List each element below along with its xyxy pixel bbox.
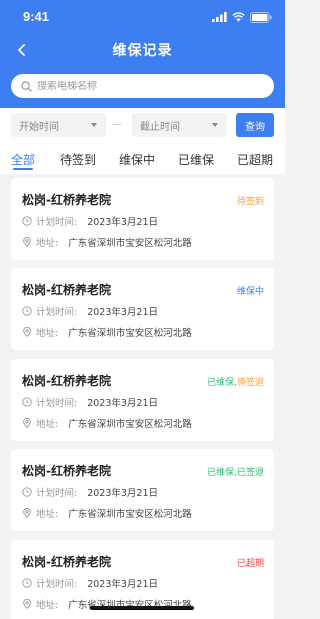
caret-down-icon [91, 123, 97, 127]
search-icon [21, 80, 32, 92]
status-text: 待签退 [236, 378, 264, 388]
start-time-placeholder: 开始时间 [19, 121, 59, 133]
page-title: 维保记录 [112, 43, 173, 59]
record-status: 已维保,待签退 [207, 375, 264, 388]
address-row: 地址: 广东省深圳市宝安区松河北路 [22, 506, 192, 520]
date-range-separator [113, 124, 121, 125]
status-text: 已维保, [207, 468, 237, 478]
caret-down-icon [212, 123, 218, 127]
location-pin-icon [22, 237, 33, 248]
status-text: 已超期 [236, 559, 264, 569]
status-tabs: 全部 待签到 维保中 已维保 已超期 [0, 144, 285, 174]
clock-icon [22, 216, 33, 227]
status-bar: 9:41 [0, 0, 285, 34]
address-value: 广东省深圳市宝安区松河北路 [68, 509, 192, 520]
plan-time-label: 计划时间: [36, 488, 78, 499]
record-card[interactable]: 松岗-红桥养老院 已维保,待签退 计划时间: 2023年3月21日 地址: 广东… [11, 359, 274, 441]
plan-time-value: 2023年3月21日 [87, 217, 159, 228]
clock-icon [22, 397, 33, 408]
end-time-select[interactable]: 截止时间 [132, 113, 227, 137]
nav-bar: 维保记录 [0, 34, 285, 66]
clock-icon [22, 306, 33, 317]
date-filter-bar: 开始时间 截止时间 查询 [0, 108, 285, 144]
address-row: 地址: 广东省深圳市宝安区松河北路 [22, 235, 192, 249]
tab-all[interactable]: 全部 [11, 151, 35, 168]
address-row: 地址: 广东省深圳市宝安区松河北路 [22, 416, 192, 430]
record-name: 松岗-红桥养老院 [22, 374, 111, 388]
plan-time-row: 计划时间: 2023年3月21日 [22, 214, 158, 228]
search-input[interactable] [37, 80, 257, 92]
address-value: 广东省深圳市宝安区松河北路 [68, 419, 192, 430]
plan-time-value: 2023年3月21日 [87, 398, 159, 409]
location-pin-icon [22, 599, 33, 610]
plan-time-label: 计划时间: [36, 307, 78, 318]
tab-pending-checkin[interactable]: 待签到 [60, 151, 96, 168]
record-name: 松岗-红桥养老院 [22, 193, 111, 207]
tab-in-maintenance[interactable]: 维保中 [119, 151, 155, 168]
search-bar[interactable] [11, 74, 274, 98]
record-status: 维保中 [237, 284, 264, 297]
status-text: 已签退 [236, 468, 264, 478]
home-indicator[interactable] [90, 606, 194, 610]
location-pin-icon [22, 418, 33, 429]
start-time-select[interactable]: 开始时间 [11, 113, 106, 137]
record-card[interactable]: 松岗-红桥养老院 维保中 计划时间: 2023年3月21日 地址: 广东省深圳市… [11, 268, 274, 350]
location-pin-icon [22, 327, 33, 338]
plan-time-row: 计划时间: 2023年3月21日 [22, 304, 158, 318]
plan-time-label: 计划时间: [36, 398, 78, 409]
record-status: 待签到 [237, 194, 264, 207]
address-label: 地址: [36, 419, 59, 430]
plan-time-row: 计划时间: 2023年3月21日 [22, 485, 158, 499]
plan-time-row: 计划时间: 2023年3月21日 [22, 576, 158, 590]
plan-time-value: 2023年3月21日 [87, 488, 159, 499]
plan-time-value: 2023年3月21日 [87, 307, 159, 318]
end-time-placeholder: 截止时间 [140, 121, 180, 133]
plan-time-row: 计划时间: 2023年3月21日 [22, 395, 158, 409]
active-tab-indicator [13, 168, 33, 170]
address-row: 地址: 广东省深圳市宝安区松河北路 [22, 325, 192, 339]
header: 9:41 维保记录 [0, 0, 285, 108]
tab-maintained[interactable]: 已维保 [178, 151, 214, 168]
plan-time-label: 计划时间: [36, 217, 78, 228]
record-name: 松岗-红桥养老院 [22, 555, 111, 569]
status-text: 已维保, [207, 378, 237, 388]
location-pin-icon [22, 508, 33, 519]
record-name: 松岗-红桥养老院 [22, 464, 111, 478]
clock-icon [22, 578, 33, 589]
address-value: 广东省深圳市宝安区松河北路 [68, 238, 192, 249]
status-text: 待签到 [236, 197, 264, 207]
wifi-icon [232, 12, 245, 22]
cellular-signal-icon [212, 12, 227, 22]
plan-time-value: 2023年3月21日 [87, 579, 159, 590]
record-status: 已超期 [237, 556, 264, 569]
tab-overdue[interactable]: 已超期 [237, 151, 273, 168]
plan-time-label: 计划时间: [36, 579, 78, 590]
status-icons [212, 11, 272, 23]
record-card[interactable]: 松岗-红桥养老院 待签到 计划时间: 2023年3月21日 地址: 广东省深圳市… [11, 178, 274, 260]
clock-icon [22, 487, 33, 498]
battery-icon [250, 11, 272, 23]
record-status: 已维保,已签退 [207, 465, 264, 478]
address-label: 地址: [36, 328, 59, 339]
address-label: 地址: [36, 509, 59, 520]
address-value: 广东省深圳市宝安区松河北路 [68, 328, 192, 339]
status-time: 9:41 [23, 9, 50, 24]
status-text: 维保中 [236, 287, 264, 297]
address-label: 地址: [36, 238, 59, 249]
address-label: 地址: [36, 600, 59, 611]
record-card[interactable]: 松岗-红桥养老院 已维保,已签退 计划时间: 2023年3月21日 地址: 广东… [11, 449, 274, 531]
query-button[interactable]: 查询 [236, 113, 274, 137]
record-name: 松岗-红桥养老院 [22, 283, 111, 297]
